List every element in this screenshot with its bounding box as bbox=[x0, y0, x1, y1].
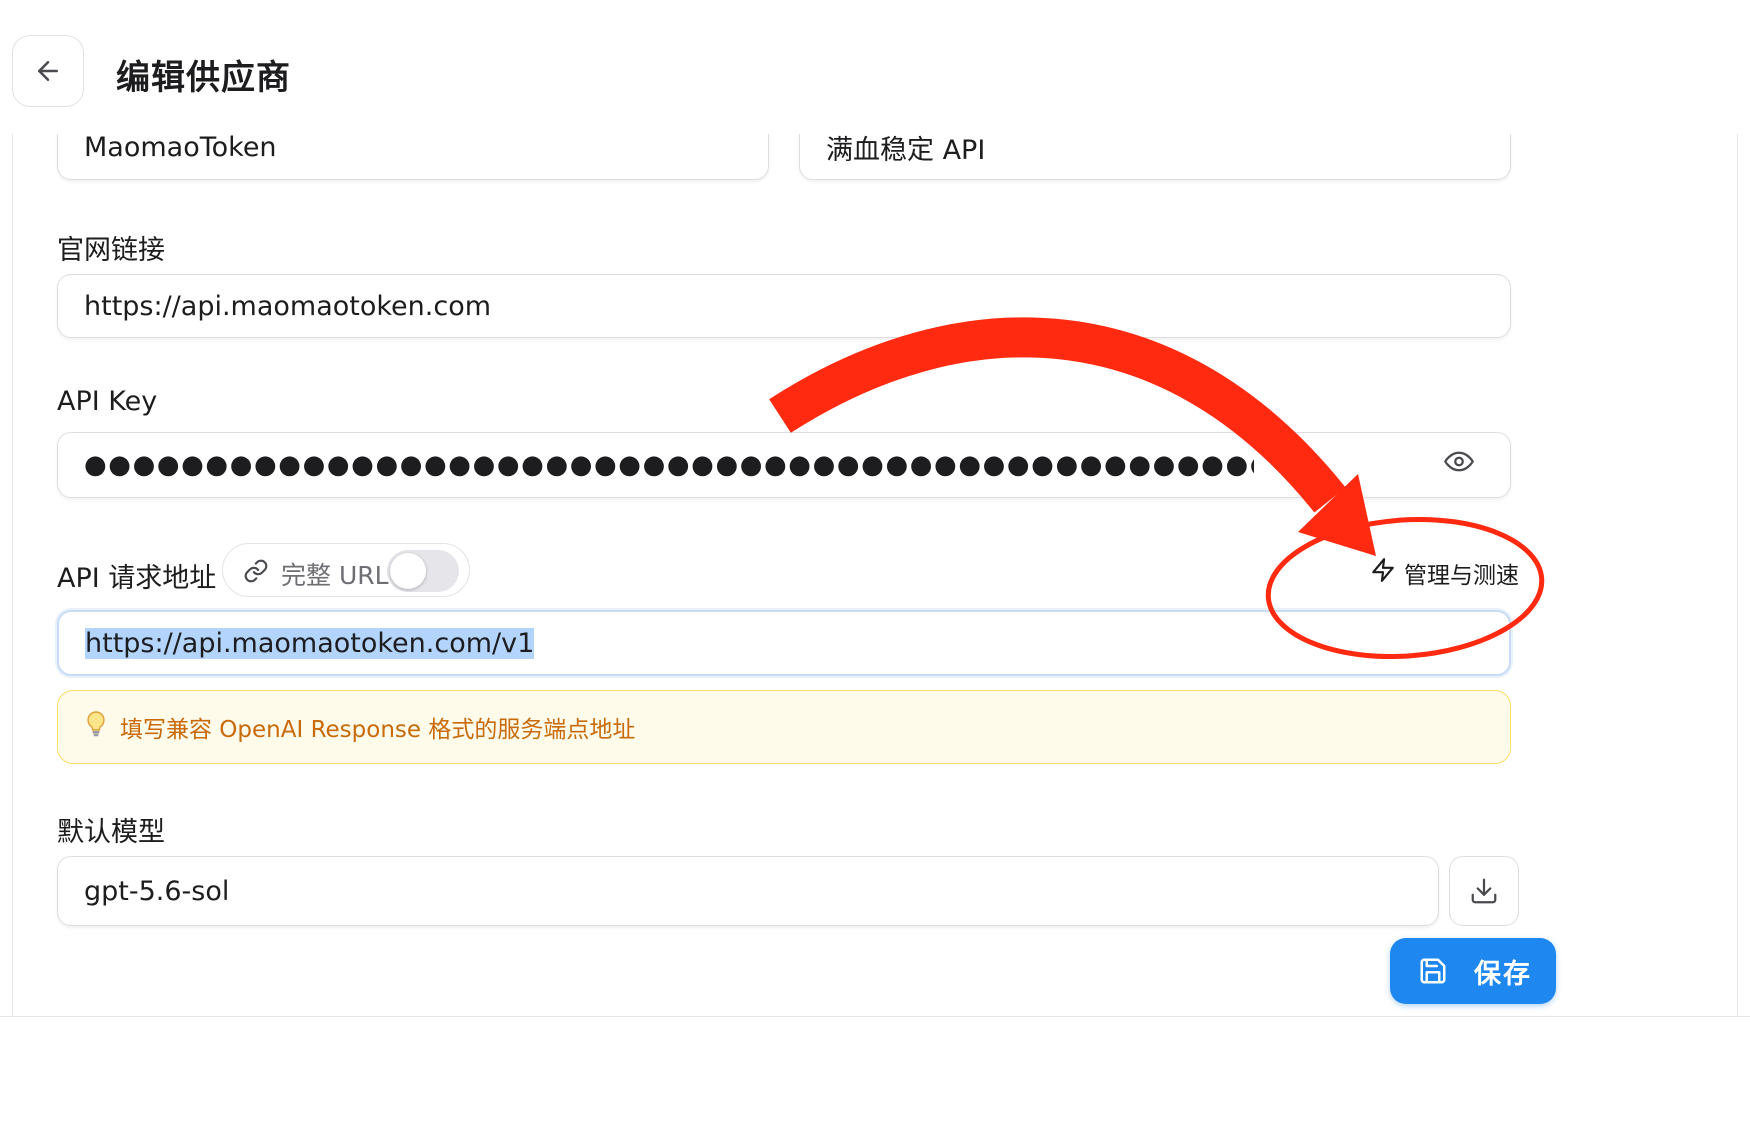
manage-speedtest-link[interactable]: 管理与测速 bbox=[1370, 556, 1519, 590]
endpoint-hint-banner: 填写兼容 OpenAI Response 格式的服务端点地址 bbox=[57, 690, 1511, 764]
back-button[interactable] bbox=[12, 35, 84, 107]
apikey-masked-value: ●●●●●●●●●●●●●●●●●●●●●●●●●●●●●●●●●●●●●●●●… bbox=[84, 452, 1254, 478]
full-url-switch[interactable] bbox=[387, 550, 459, 592]
page-footer bbox=[0, 1016, 1750, 1140]
provider-name-input[interactable]: MaomaoToken bbox=[57, 134, 769, 180]
endpoint-hint-text: 填写兼容 OpenAI Response 格式的服务端点地址 bbox=[120, 717, 636, 743]
full-url-toggle[interactable]: 完整 URL bbox=[222, 543, 470, 597]
lightbulb-icon bbox=[84, 710, 108, 744]
page-header: 编辑供应商 bbox=[0, 0, 1750, 140]
endpoint-value: https://api.maomaotoken.com/v1 bbox=[85, 627, 535, 659]
model-input[interactable]: gpt-5.6-sol bbox=[57, 856, 1439, 926]
website-label: 官网链接 bbox=[57, 235, 165, 266]
endpoint-input[interactable]: https://api.maomaotoken.com/v1 bbox=[57, 610, 1511, 676]
download-icon bbox=[1471, 878, 1497, 904]
provider-name-value: MaomaoToken bbox=[84, 134, 277, 163]
website-input[interactable]: https://api.maomaotoken.com bbox=[57, 274, 1511, 338]
website-value: https://api.maomaotoken.com bbox=[84, 290, 492, 322]
apikey-input[interactable]: ●●●●●●●●●●●●●●●●●●●●●●●●●●●●●●●●●●●●●●●●… bbox=[57, 432, 1511, 498]
back-arrow-icon bbox=[38, 61, 58, 81]
bolt-icon bbox=[1370, 556, 1396, 590]
provider-note-value: 满血稳定 API bbox=[826, 134, 986, 166]
page-title: 编辑供应商 bbox=[116, 58, 291, 98]
provider-note-input[interactable]: 满血稳定 API bbox=[799, 134, 1511, 180]
switch-knob bbox=[390, 553, 426, 589]
save-button[interactable]: 保存 bbox=[1390, 938, 1556, 1004]
endpoint-label: API 请求地址 bbox=[57, 563, 217, 594]
manage-speedtest-label: 管理与测速 bbox=[1404, 563, 1519, 589]
full-url-toggle-label: 完整 URL bbox=[281, 561, 389, 590]
apikey-label: API Key bbox=[57, 386, 158, 417]
eye-icon[interactable] bbox=[1444, 447, 1474, 484]
model-value: gpt-5.6-sol bbox=[84, 875, 230, 907]
save-icon bbox=[1420, 958, 1446, 984]
model-label: 默认模型 bbox=[57, 817, 165, 848]
fetch-models-button[interactable] bbox=[1449, 856, 1519, 926]
save-button-label: 保存 bbox=[1474, 958, 1532, 990]
link-icon bbox=[243, 558, 269, 588]
